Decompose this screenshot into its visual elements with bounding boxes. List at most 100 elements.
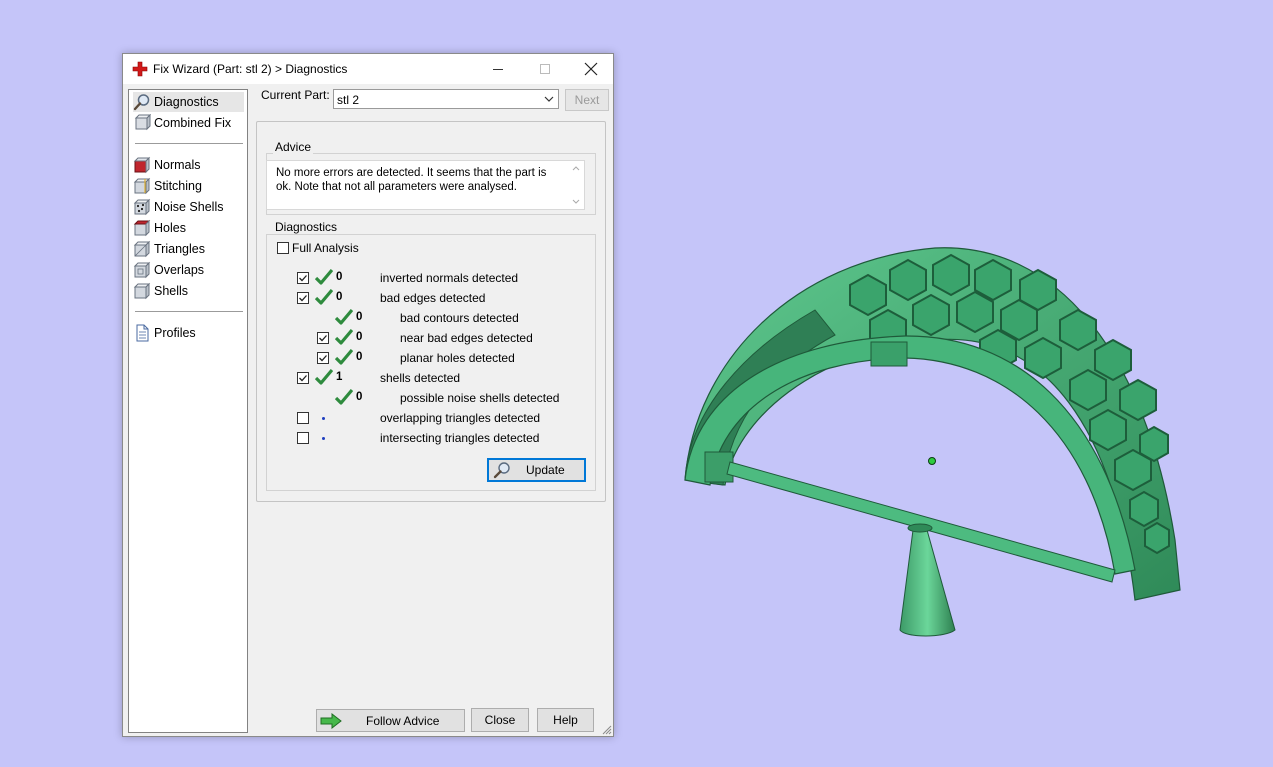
current-part-dropdown[interactable]: stl 2 [333, 89, 559, 109]
current-part-label: Current Part: [261, 88, 330, 102]
diag-checkbox-bad-edges[interactable] [297, 292, 309, 304]
sidebar-divider [135, 311, 243, 312]
sidebar-item-label: Noise Shells [154, 200, 224, 214]
sidebar-item-label: Normals [154, 158, 201, 172]
diag-label: planar holes detected [400, 351, 515, 365]
diag-label: bad edges detected [380, 291, 486, 305]
full-analysis-checkbox[interactable] [277, 242, 289, 254]
title-bar[interactable]: Fix Wizard (Part: stl 2) > Diagnostics [123, 54, 613, 84]
advice-textbox: No more errors are detected. It seems th… [266, 160, 585, 210]
advice-title: Advice [273, 140, 314, 154]
diag-checkbox-planar-holes[interactable] [317, 352, 329, 364]
diag-label: near bad edges detected [400, 331, 533, 345]
stitching-cube-icon [133, 177, 151, 195]
update-button[interactable]: Update [487, 458, 586, 482]
diag-checkbox-inverted-normals[interactable] [297, 272, 309, 284]
sidebar-item-label: Holes [154, 221, 186, 235]
chevron-down-icon [544, 96, 554, 102]
sidebar-item-diagnostics[interactable]: Diagnostics [133, 92, 244, 112]
magnifier-icon [133, 94, 150, 111]
magnifier-icon [493, 462, 510, 479]
scroll-down-icon[interactable] [572, 199, 580, 205]
not-analysed-dot [322, 417, 325, 420]
green-check-icon [335, 349, 353, 365]
checkmark-icon [319, 355, 327, 362]
normals-cube-icon [133, 156, 151, 174]
diag-checkbox-intersecting-triangles[interactable] [297, 432, 309, 444]
diagnostics-title: Diagnostics [273, 220, 340, 234]
sidebar-item-label: Triangles [154, 242, 205, 256]
scroll-up-icon[interactable] [572, 165, 580, 171]
sidebar-item-label: Profiles [154, 326, 196, 340]
sidebar-item-holes[interactable]: Holes [133, 218, 244, 238]
maximize-button[interactable] [522, 54, 568, 84]
follow-advice-button[interactable]: Follow Advice [316, 709, 465, 732]
maximize-icon [540, 64, 550, 74]
sidebar-item-label: Shells [154, 284, 189, 298]
sidebar-item-label: Diagnostics [154, 95, 219, 109]
advice-text: No more errors are detected. It seems th… [276, 167, 547, 193]
diag-count: 0 [356, 351, 363, 363]
green-check-icon [315, 269, 333, 285]
noise-shells-icon [133, 198, 151, 216]
diag-count: 1 [336, 371, 343, 383]
green-check-icon [315, 369, 333, 385]
3d-model-view[interactable] [675, 240, 1185, 645]
triangles-cube-icon [133, 240, 151, 258]
checkmark-icon [299, 375, 307, 382]
update-button-label: Update [526, 463, 565, 477]
checkmark-icon [319, 335, 327, 342]
close-icon [584, 62, 598, 76]
sidebar-item-label: Combined Fix [154, 116, 232, 130]
diag-checkbox-shells[interactable] [297, 372, 309, 384]
help-button-label: Help [553, 713, 578, 727]
checkmark-icon [299, 275, 307, 282]
diag-label: shells detected [380, 371, 461, 385]
diag-label: intersecting triangles detected [380, 431, 540, 445]
sidebar-item-normals[interactable]: Normals [133, 155, 244, 175]
green-arrow-right-icon [320, 712, 342, 729]
current-part-value: stl 2 [337, 93, 360, 107]
diag-label: bad contours detected [400, 311, 519, 325]
follow-advice-label: Follow Advice [366, 713, 440, 728]
diag-count: 0 [356, 331, 363, 343]
minimize-button[interactable] [475, 54, 521, 84]
green-check-icon [315, 289, 333, 305]
sidebar-item-noise-shells[interactable]: Noise Shells [133, 197, 244, 217]
checkmark-icon [299, 295, 307, 302]
diag-checkbox-overlapping-triangles[interactable] [297, 412, 309, 424]
not-analysed-dot [322, 437, 325, 440]
close-button-label: Close [484, 713, 516, 727]
diag-label: overlapping triangles detected [380, 411, 541, 425]
resize-grip-icon[interactable] [602, 725, 612, 735]
minimize-icon [493, 69, 503, 70]
close-button[interactable]: Close [471, 708, 529, 732]
sidebar-item-stitching[interactable]: Stitching [133, 176, 244, 196]
red-cross-app-icon [132, 61, 148, 77]
sidebar-item-label: Stitching [154, 179, 202, 193]
sidebar-item-overlaps[interactable]: Overlaps [133, 260, 244, 280]
close-window-button[interactable] [568, 54, 614, 84]
sidebar-item-shells[interactable]: Shells [133, 281, 244, 301]
fix-wizard-window: Fix Wizard (Part: stl 2) > Diagnostics D… [122, 53, 614, 737]
next-button-label: Next [574, 93, 600, 107]
diag-count: 0 [356, 391, 363, 403]
diag-checkbox-near-bad-edges[interactable] [317, 332, 329, 344]
diag-label: possible noise shells detected [400, 391, 560, 405]
combined-fix-icon [134, 114, 151, 131]
help-button[interactable]: Help [537, 708, 594, 732]
green-check-icon [335, 329, 353, 345]
window-title: Fix Wizard (Part: stl 2) > Diagnostics [153, 62, 348, 76]
diag-count: 0 [336, 271, 343, 283]
sidebar-item-triangles[interactable]: Triangles [133, 239, 244, 259]
diag-count: 0 [336, 291, 343, 303]
full-analysis-label: Full Analysis [292, 241, 359, 255]
sidebar: Diagnostics Combined Fix Normals Stitchi… [128, 89, 248, 733]
sidebar-item-combined-fix[interactable]: Combined Fix [133, 113, 244, 133]
sidebar-item-profiles[interactable]: Profiles [133, 323, 244, 343]
green-check-icon [335, 389, 353, 405]
sidebar-divider [135, 143, 243, 144]
shells-cube-icon [133, 282, 151, 300]
next-button[interactable]: Next [565, 89, 609, 111]
holes-cube-icon [133, 219, 151, 237]
